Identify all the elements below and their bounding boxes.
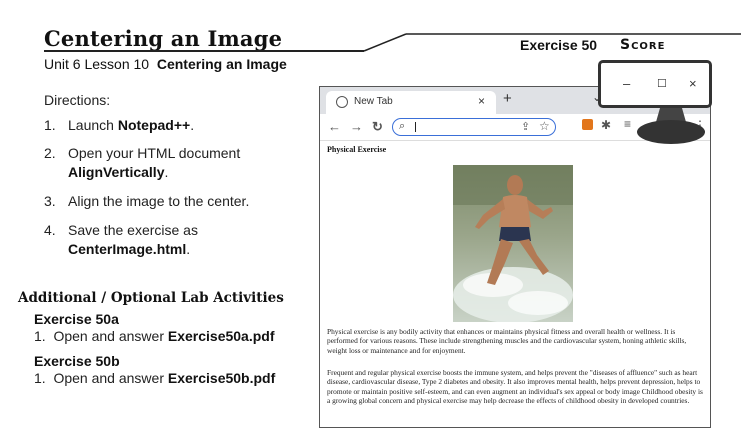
exercise-50a-line: 1. Open and answer Exercise50a.pdf bbox=[34, 328, 275, 344]
exercise-number: Exercise 50 bbox=[520, 37, 598, 53]
puzzle-icon[interactable]: ✱ bbox=[601, 118, 611, 132]
tab-new-tab[interactable]: New Tab × bbox=[326, 91, 496, 114]
window-controls: – ☐ × bbox=[598, 60, 712, 108]
text-caret bbox=[415, 122, 416, 132]
search-icon: ⌕ bbox=[399, 120, 406, 132]
score-label: Score bbox=[620, 37, 666, 53]
tab-close-icon[interactable]: × bbox=[478, 94, 485, 108]
minimize-icon[interactable]: – bbox=[623, 76, 630, 91]
directions-label: Directions: bbox=[44, 92, 111, 108]
exercise-50b-heading: Exercise 50b bbox=[34, 353, 120, 369]
forward-arrow-icon[interactable]: → bbox=[350, 119, 363, 134]
additional-heading: Additional / Optional Lab Activities bbox=[18, 290, 284, 306]
back-arrow-icon[interactable]: ← bbox=[328, 119, 341, 134]
lesson-topic: Centering an Image bbox=[156, 56, 287, 72]
content-heading: Physical Exercise bbox=[327, 145, 387, 154]
exercise-50a-heading: Exercise 50a bbox=[34, 311, 119, 327]
lesson-subtitle: Unit 6 Lesson 10 Centering an Image bbox=[44, 56, 287, 72]
reload-icon[interactable]: ↻ bbox=[372, 119, 383, 135]
paragraph-1: Physical exercise is any bodily activity… bbox=[327, 327, 687, 355]
monitor-stand-icon bbox=[637, 108, 705, 144]
close-icon[interactable]: × bbox=[689, 76, 697, 91]
unit-lesson: Unit 6 Lesson 10 bbox=[44, 56, 150, 72]
exercise-50b-line: 1. Open and answer Exercise50b.pdf bbox=[34, 370, 276, 386]
star-icon[interactable]: ☆ bbox=[539, 119, 550, 133]
tab-title: New Tab bbox=[354, 96, 393, 107]
reading-list-icon[interactable]: ≡ bbox=[624, 117, 631, 131]
metamask-fox-icon[interactable] bbox=[582, 119, 593, 130]
chrome-globe-icon bbox=[336, 96, 348, 108]
new-tab-button[interactable]: + bbox=[503, 90, 512, 107]
maximize-icon[interactable]: ☐ bbox=[657, 77, 667, 90]
address-bar[interactable]: ⌕ ⇪ ☆ bbox=[392, 118, 556, 136]
share-icon[interactable]: ⇪ bbox=[521, 120, 530, 133]
runner-photo bbox=[453, 165, 573, 322]
paragraph-2: Frequent and regular physical exercise b… bbox=[327, 368, 703, 406]
